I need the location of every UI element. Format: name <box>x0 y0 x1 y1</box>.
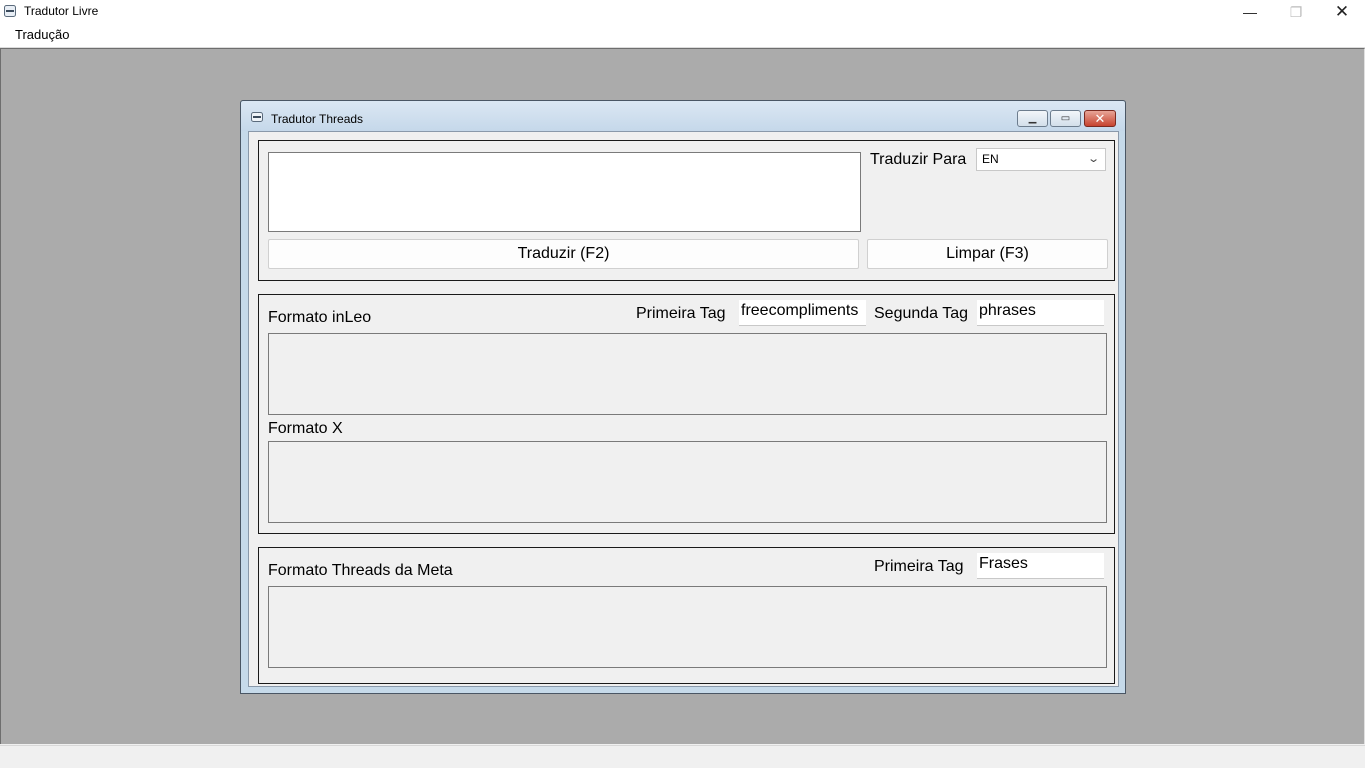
child-window-icon <box>251 112 263 122</box>
inleo-x-group: Formato inLeo Primeira Tag freecomplimen… <box>258 294 1115 534</box>
chevron-down-icon: ⌄ <box>1086 153 1100 165</box>
child-restore-button[interactable]: ▭ <box>1050 110 1081 127</box>
child-client-area: Traduzir Para EN ⌄ Traduzir (F2) Limpar … <box>248 131 1119 687</box>
inleo-output[interactable] <box>268 333 1107 415</box>
status-bar <box>0 745 1365 768</box>
first-tag-label: Primeira Tag <box>636 305 726 322</box>
clear-button[interactable]: Limpar (F3) <box>867 239 1108 269</box>
minimize-icon: — <box>1243 4 1257 20</box>
translate-group: Traduzir Para EN ⌄ Traduzir (F2) Limpar … <box>258 140 1115 281</box>
threads-output[interactable] <box>268 586 1107 668</box>
translate-button[interactable]: Traduzir (F2) <box>268 239 859 269</box>
maximize-icon: ❐ <box>1289 3 1303 20</box>
app-icon <box>4 5 16 17</box>
restore-icon: ▭ <box>1060 113 1071 124</box>
child-minimize-button[interactable]: ▁ <box>1017 110 1048 127</box>
second-tag-input[interactable]: phrases <box>977 300 1104 326</box>
app-titlebar: Tradutor Livre — ❐ ✕ <box>0 0 1365 24</box>
minimize-icon: ▁ <box>1028 113 1037 124</box>
menubar: Tradução <box>0 24 1365 48</box>
child-titlebar[interactable]: Tradutor Threads ▁ ▭ ✕ <box>241 101 1125 131</box>
x-output[interactable] <box>268 441 1107 523</box>
inleo-format-label: Formato inLeo <box>268 309 372 326</box>
threads-group: Formato Threads da Meta Primeira Tag Fra… <box>258 547 1115 684</box>
maximize-button[interactable]: ❐ <box>1273 0 1319 24</box>
threads-first-tag-label: Primeira Tag <box>874 558 964 575</box>
child-window-tradutor-threads: Tradutor Threads ▁ ▭ ✕ Traduzir Para EN … <box>240 100 1126 694</box>
second-tag-label: Segunda Tag <box>874 305 969 322</box>
close-icon: ✕ <box>1334 2 1350 21</box>
close-button[interactable]: ✕ <box>1319 0 1365 24</box>
close-icon: ✕ <box>1094 110 1106 126</box>
threads-format-label: Formato Threads da Meta <box>268 562 453 579</box>
target-language-label: Traduzir Para <box>870 151 967 168</box>
minimize-button[interactable]: — <box>1227 0 1273 24</box>
x-format-label: Formato X <box>268 420 343 437</box>
first-tag-input[interactable]: freecompliments <box>739 300 866 326</box>
source-text-input[interactable] <box>268 152 861 232</box>
child-close-button[interactable]: ✕ <box>1084 110 1116 127</box>
target-language-select[interactable]: EN ⌄ <box>976 148 1106 171</box>
child-title: Tradutor Threads <box>271 112 364 126</box>
app-title: Tradutor Livre <box>24 4 99 18</box>
target-language-value: EN <box>982 152 999 166</box>
threads-first-tag-input[interactable]: Frases <box>977 553 1104 579</box>
menu-item-traducao[interactable]: Tradução <box>8 27 76 42</box>
